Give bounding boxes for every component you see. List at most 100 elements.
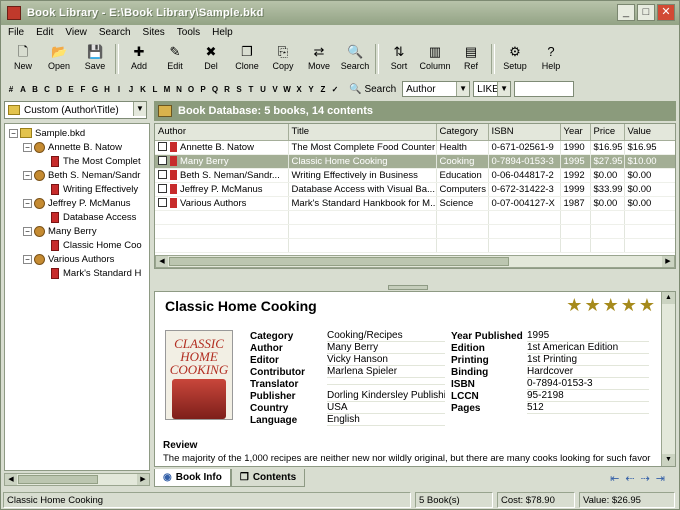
row-checkbox[interactable] [158, 184, 167, 194]
alpha-filter-20[interactable]: T [245, 85, 257, 94]
alpha-filter-12[interactable]: L [149, 85, 161, 94]
toolbar-setup-button[interactable]: ⚙ Setup [497, 44, 533, 71]
column-header-year[interactable]: Year [560, 124, 591, 141]
tree-node-author[interactable]: − Various Authors [7, 252, 149, 266]
tree-node-book[interactable]: Database Access [7, 210, 149, 224]
search-field-select[interactable]: Author ▼ [402, 81, 471, 97]
alpha-filter-6[interactable]: F [77, 85, 89, 94]
alpha-filter-23[interactable]: W [281, 85, 293, 94]
maximize-button[interactable]: □ [637, 4, 655, 21]
alpha-filter-13[interactable]: M [161, 85, 173, 94]
tree-node-book[interactable]: The Most Complet [7, 154, 149, 168]
rating-stars[interactable]: ★ ★ ★ ★ ★ [566, 296, 655, 314]
tree-expander-icon[interactable]: − [23, 226, 32, 236]
tree-horizontal-scrollbar[interactable]: ◀ ▶ [4, 473, 150, 486]
scroll-down-icon[interactable]: ▼ [662, 454, 675, 466]
tab-book-info[interactable]: ◉ Book Info [154, 469, 231, 487]
alpha-filter-1[interactable]: A [17, 85, 29, 94]
alpha-filter-5[interactable]: E [65, 85, 77, 94]
previous-record-icon[interactable]: ⇠ [625, 472, 634, 485]
menu-item-tools[interactable]: Tools [172, 26, 205, 42]
toolbar-open-button[interactable]: 📂 Open [41, 44, 77, 71]
row-checkbox[interactable] [158, 170, 167, 180]
alpha-filter-10[interactable]: J [125, 85, 137, 94]
next-record-icon[interactable]: ⇢ [641, 472, 650, 485]
alpha-filter-27[interactable]: ✓ [329, 85, 341, 94]
scroll-thumb[interactable] [169, 257, 509, 266]
alpha-filter-16[interactable]: P [197, 85, 209, 94]
tree-expander-icon[interactable]: − [9, 128, 18, 138]
column-header-author[interactable]: Author [155, 124, 289, 141]
tree-expander-icon[interactable]: − [23, 254, 32, 264]
scroll-right-icon[interactable]: ▶ [662, 256, 674, 267]
alpha-filter-17[interactable]: Q [209, 85, 221, 94]
toolbar-save-button[interactable]: 💾 Save [77, 44, 113, 71]
star-icon[interactable]: ★ [584, 296, 600, 314]
tab-contents[interactable]: ❐ Contents [230, 469, 306, 487]
scroll-left-icon[interactable]: ◀ [156, 256, 168, 267]
library-tree[interactable]: − Sample.bkd − Annette B. Natow The Most Com… [4, 123, 150, 471]
menu-item-sites[interactable]: Sites [138, 26, 170, 42]
quick-search-button[interactable]: 🔍 Search [349, 84, 396, 95]
table-row[interactable]: Beth S. Neman/Sandr... Writing Effectivel… [155, 168, 675, 183]
star-icon[interactable]: ★ [639, 296, 655, 314]
toolbar-help-button[interactable]: ? Help [533, 44, 569, 71]
tree-node-book[interactable]: Mark's Standard H [7, 266, 149, 280]
tree-node-book[interactable]: Writing Effectively [7, 182, 149, 196]
menu-item-edit[interactable]: Edit [31, 26, 58, 42]
tree-node-author[interactable]: − Many Berry [7, 224, 149, 238]
toolbar-sort-button[interactable]: ⇅ Sort [381, 44, 417, 71]
tree-expander-icon[interactable]: − [23, 198, 32, 208]
first-record-icon[interactable]: ⇤ [610, 472, 619, 485]
column-header-isbn[interactable]: ISBN [488, 124, 561, 141]
scroll-up-icon[interactable]: ▲ [662, 292, 675, 304]
alpha-filter-14[interactable]: N [173, 85, 185, 94]
detail-vertical-scrollbar[interactable]: ▲ ▼ [661, 292, 675, 466]
table-row[interactable]: Many Berry Classic Home Cooking Cooking 0-7… [155, 154, 675, 169]
tree-node-book[interactable]: Classic Home Coo [7, 238, 149, 252]
toolbar-move-button[interactable]: ⇄ Move [301, 44, 337, 71]
menu-item-file[interactable]: File [3, 26, 29, 42]
row-checkbox[interactable] [158, 198, 167, 208]
toolbar-del-button[interactable]: ✖ Del [193, 44, 229, 71]
alpha-filter-26[interactable]: Z [317, 85, 329, 94]
alpha-filter-22[interactable]: V [269, 85, 281, 94]
last-record-icon[interactable]: ⇥ [656, 472, 665, 485]
scroll-right-icon[interactable]: ▶ [137, 474, 149, 485]
scroll-thumb[interactable] [18, 475, 98, 484]
alpha-filter-3[interactable]: C [41, 85, 53, 94]
toolbar-copy-button[interactable]: ⎘ Copy [265, 44, 301, 71]
alpha-filter-9[interactable]: I [113, 85, 125, 94]
alpha-filter-8[interactable]: H [101, 85, 113, 94]
alpha-filter-7[interactable]: G [89, 85, 101, 94]
view-select[interactable]: Custom (Author\Title) ▼ [4, 101, 147, 119]
toolbar-ref-button[interactable]: ▤ Ref [453, 44, 489, 71]
tree-node-author[interactable]: − Annette B. Natow [7, 140, 149, 154]
pane-splitter[interactable] [154, 285, 676, 290]
star-icon[interactable]: ★ [566, 296, 582, 314]
alpha-filter-21[interactable]: U [257, 85, 269, 94]
alpha-filter-4[interactable]: D [53, 85, 65, 94]
tree-node-file[interactable]: − Sample.bkd [7, 126, 149, 140]
row-checkbox[interactable] [158, 142, 167, 152]
toolbar-search-button[interactable]: 🔍 Search [337, 44, 373, 71]
table-row[interactable]: Jeffrey P. McManus Database Access with V… [155, 182, 675, 197]
scroll-left-icon[interactable]: ◀ [5, 474, 17, 485]
alpha-filter-15[interactable]: O [185, 85, 197, 94]
title-bar[interactable]: Book Library - E:\Book Library\Sample.bk… [1, 1, 679, 25]
tree-expander-icon[interactable]: − [23, 142, 32, 152]
menu-item-help[interactable]: Help [207, 26, 238, 42]
toolbar-column-button[interactable]: ▥ Column [417, 44, 453, 71]
grid-horizontal-scrollbar[interactable]: ◀ ▶ [155, 255, 675, 268]
minimize-button[interactable]: _ [617, 4, 635, 21]
tree-node-author[interactable]: − Jeffrey P. McManus [7, 196, 149, 210]
splitter-handle[interactable] [388, 285, 428, 290]
search-input[interactable] [514, 81, 575, 97]
alpha-filter-19[interactable]: S [233, 85, 245, 94]
column-header-title[interactable]: Title [288, 124, 437, 141]
alpha-filter-25[interactable]: Y [305, 85, 317, 94]
alpha-filter-18[interactable]: R [221, 85, 233, 94]
table-row[interactable]: Annette B. Natow The Most Complete Food C… [155, 140, 675, 155]
search-operator-select[interactable]: LIKE ▼ [473, 81, 512, 97]
alpha-filter-0[interactable]: # [5, 85, 17, 94]
